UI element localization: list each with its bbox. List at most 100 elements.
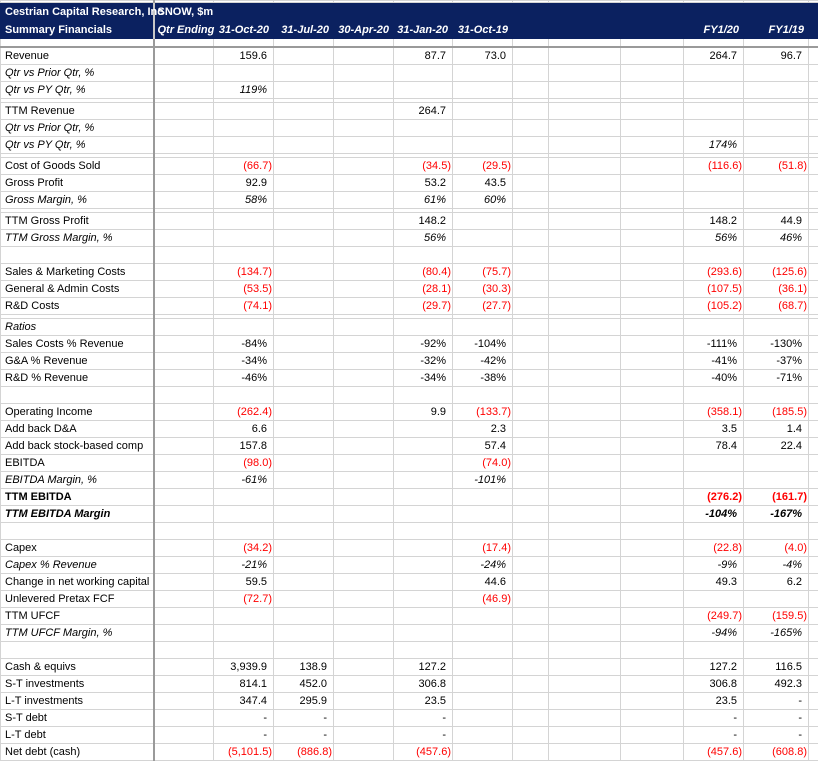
row-label[interactable]: Capex % Revenue (0, 556, 155, 574)
value-cell[interactable] (548, 675, 621, 693)
value-cell[interactable] (512, 692, 549, 710)
row-label[interactable]: Gross Profit (0, 174, 155, 192)
value-cell[interactable] (333, 229, 394, 247)
value-cell[interactable]: - (683, 709, 744, 727)
value-cell[interactable] (333, 136, 394, 154)
value-cell[interactable] (153, 335, 214, 353)
value-cell[interactable] (548, 335, 621, 353)
value-cell[interactable] (620, 454, 684, 472)
value-cell[interactable] (393, 488, 453, 506)
value-cell[interactable] (333, 335, 394, 353)
cell[interactable] (153, 386, 214, 404)
value-cell[interactable] (153, 280, 214, 298)
row-label[interactable]: Cost of Goods Sold (0, 157, 155, 175)
cell[interactable] (548, 246, 621, 264)
cell[interactable] (548, 386, 621, 404)
value-cell[interactable] (743, 102, 809, 120)
value-cell[interactable]: -4% (743, 556, 809, 574)
cell[interactable] (808, 675, 818, 693)
value-cell[interactable] (620, 191, 684, 209)
value-cell[interactable]: (134.7) (213, 263, 274, 281)
value-cell[interactable] (393, 573, 453, 591)
value-cell[interactable] (548, 726, 621, 744)
cell[interactable] (273, 641, 334, 659)
value-cell[interactable] (333, 692, 394, 710)
row-label[interactable]: TTM UFCF Margin, % (0, 624, 155, 642)
cell[interactable] (808, 403, 818, 421)
value-cell[interactable] (273, 454, 334, 472)
value-cell[interactable] (512, 539, 549, 557)
value-cell[interactable] (512, 471, 549, 489)
value-cell[interactable]: (29.5) (452, 157, 513, 175)
cell[interactable] (808, 246, 818, 264)
value-cell[interactable] (273, 335, 334, 353)
column-header[interactable] (620, 20, 684, 39)
value-cell[interactable] (512, 369, 549, 387)
value-cell[interactable] (548, 212, 621, 230)
value-cell[interactable] (743, 590, 809, 608)
value-cell[interactable] (333, 403, 394, 421)
value-cell[interactable]: (4.0) (743, 539, 809, 557)
cell[interactable] (512, 641, 549, 659)
value-cell[interactable] (333, 726, 394, 744)
value-cell[interactable]: 264.7 (393, 102, 453, 120)
cell[interactable] (333, 386, 394, 404)
value-cell[interactable] (153, 136, 214, 154)
value-cell[interactable] (333, 624, 394, 642)
value-cell[interactable] (548, 607, 621, 625)
value-cell[interactable] (548, 280, 621, 298)
value-cell[interactable]: (30.3) (452, 280, 513, 298)
value-cell[interactable] (548, 658, 621, 676)
value-cell[interactable] (548, 369, 621, 387)
value-cell[interactable] (620, 174, 684, 192)
cell[interactable] (808, 102, 818, 120)
value-cell[interactable] (153, 64, 214, 82)
value-cell[interactable] (683, 102, 744, 120)
value-cell[interactable]: (457.6) (683, 743, 744, 761)
cell[interactable] (273, 386, 334, 404)
value-cell[interactable] (213, 488, 274, 506)
cell[interactable] (452, 2, 513, 21)
cell[interactable] (808, 229, 818, 247)
column-header[interactable]: FY1/20 (683, 20, 744, 39)
value-cell[interactable]: 148.2 (683, 212, 744, 230)
value-cell[interactable] (273, 102, 334, 120)
value-cell[interactable] (743, 64, 809, 82)
value-cell[interactable] (548, 318, 621, 336)
value-cell[interactable]: (105.2) (683, 297, 744, 315)
value-cell[interactable] (153, 590, 214, 608)
cell[interactable] (452, 386, 513, 404)
value-cell[interactable] (452, 607, 513, 625)
value-cell[interactable] (333, 437, 394, 455)
cell[interactable] (808, 280, 818, 298)
value-cell[interactable]: -42% (452, 352, 513, 370)
value-cell[interactable] (452, 488, 513, 506)
column-header[interactable]: 30-Apr-20 (333, 20, 394, 39)
value-cell[interactable]: - (273, 709, 334, 727)
value-cell[interactable]: 1.4 (743, 420, 809, 438)
value-cell[interactable] (620, 352, 684, 370)
value-cell[interactable] (393, 471, 453, 489)
value-cell[interactable] (512, 454, 549, 472)
value-cell[interactable] (153, 81, 214, 99)
row-label[interactable]: TTM Revenue (0, 102, 155, 120)
row-label[interactable]: TTM EBITDA (0, 488, 155, 506)
value-cell[interactable] (620, 263, 684, 281)
value-cell[interactable] (512, 590, 549, 608)
value-cell[interactable] (683, 64, 744, 82)
value-cell[interactable] (548, 174, 621, 192)
value-cell[interactable]: -41% (683, 352, 744, 370)
cell[interactable] (808, 64, 818, 82)
value-cell[interactable]: (17.4) (452, 539, 513, 557)
cell[interactable] (808, 726, 818, 744)
value-cell[interactable] (620, 403, 684, 421)
cell[interactable] (273, 522, 334, 540)
row-label[interactable]: Add back D&A (0, 420, 155, 438)
value-cell[interactable]: 127.2 (683, 658, 744, 676)
column-header[interactable]: FY1/19 (743, 20, 809, 39)
value-cell[interactable]: -71% (743, 369, 809, 387)
cell[interactable] (808, 505, 818, 523)
value-cell[interactable] (273, 136, 334, 154)
value-cell[interactable]: -104% (683, 505, 744, 523)
value-cell[interactable]: (5,101.5) (213, 743, 274, 761)
